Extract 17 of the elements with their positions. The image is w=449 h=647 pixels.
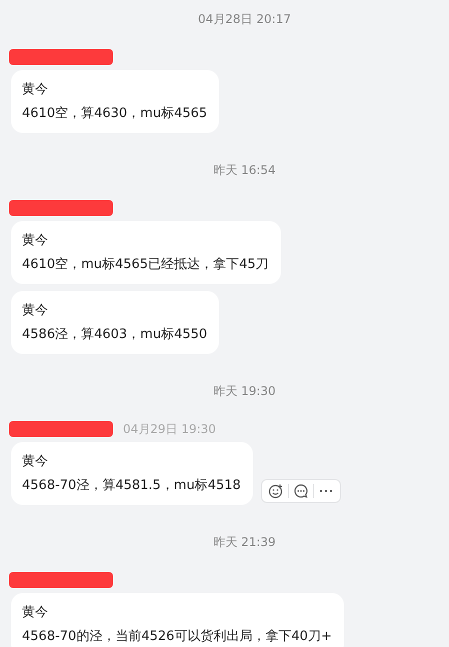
- add-reaction-icon[interactable]: [268, 483, 284, 499]
- timestamp: 昨天 21:39: [213, 534, 276, 551]
- timestamp: 04月28日 20:17: [198, 11, 291, 28]
- message-title: 黄今: [22, 302, 49, 320]
- message-title: 黄今: [22, 81, 49, 99]
- timestamp: 昨天 16:54: [213, 162, 276, 179]
- message-title: 黄今: [22, 453, 49, 471]
- message-title: 黄今: [22, 232, 49, 250]
- sent-time: 04月29日 19:30: [123, 420, 216, 438]
- message-title: 黄今: [22, 604, 49, 622]
- message-text: 4586泾，算4603，mu标4550: [22, 326, 208, 344]
- timestamp: 昨天 19:30: [213, 383, 276, 400]
- message-text: 4568-70泾，算4581.5，mu标4518: [22, 477, 241, 495]
- message-text: 4568-70的泾，当前4526可以货利出局，拿下40刀+: [22, 628, 332, 646]
- message-text: 4610空，算4630，mu标4565: [22, 105, 208, 123]
- message-text: 4610空，mu标4565已经抵达，拿下45刀: [22, 256, 269, 274]
- comment-icon[interactable]: [292, 483, 309, 499]
